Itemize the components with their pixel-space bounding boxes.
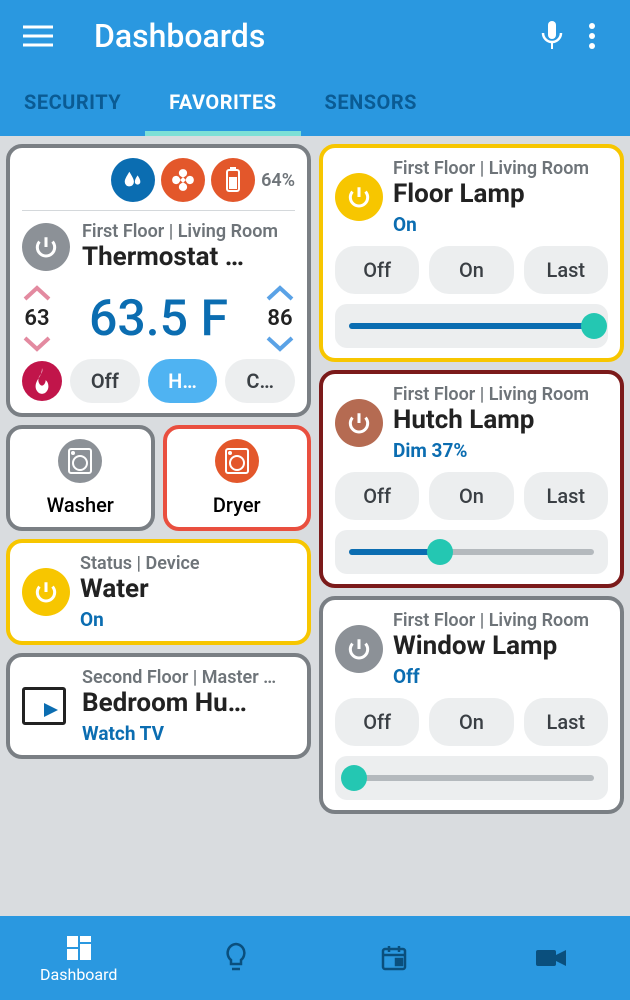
menu-icon[interactable] <box>18 16 58 56</box>
high-up-chevron-icon[interactable] <box>265 284 295 302</box>
nav-camera-icon[interactable] <box>473 916 630 1000</box>
mode-heat-button[interactable]: H… <box>148 359 218 403</box>
water-state: On <box>80 608 295 631</box>
floor-lamp-card[interactable]: First Floor | Living Room Floor Lamp On … <box>319 144 624 362</box>
thermostat-card[interactable]: 64% First Floor | Living Room Thermostat… <box>6 144 311 417</box>
mode-cool-button[interactable]: C… <box>225 359 295 403</box>
dryer-icon <box>215 439 259 483</box>
nav-calendar-icon[interactable] <box>315 916 473 1000</box>
high-down-chevron-icon[interactable] <box>265 335 295 353</box>
floor-lamp-on-button[interactable]: On <box>429 246 513 294</box>
hutch-lamp-last-button[interactable]: Last <box>524 472 608 520</box>
washer-label: Washer <box>47 493 114 517</box>
mode-off-button[interactable]: Off <box>70 359 140 403</box>
hutch-lamp-state: Dim 37% <box>393 439 608 462</box>
fan-icon <box>161 158 205 202</box>
dryer-card[interactable]: Dryer <box>163 425 312 531</box>
water-card[interactable]: Status | Device Water On <box>6 539 311 645</box>
more-icon[interactable] <box>572 16 612 56</box>
low-up-chevron-icon[interactable] <box>22 284 52 302</box>
battery-icon <box>211 158 255 202</box>
thermostat-name: Thermostat … <box>82 242 295 272</box>
thermostat-location: First Floor | Living Room <box>82 221 295 242</box>
window-lamp-on-button[interactable]: On <box>429 698 513 746</box>
window-lamp-name: Window Lamp <box>393 631 608 661</box>
floor-lamp-slider[interactable] <box>335 304 608 348</box>
water-name: Water <box>80 574 295 604</box>
page-title: Dashboards <box>94 17 532 55</box>
nav-lighting-icon[interactable] <box>158 916 316 1000</box>
window-lamp-power-icon[interactable] <box>335 625 383 673</box>
dashboard-grid: 64% First Floor | Living Room Thermostat… <box>0 136 630 916</box>
tv-icon <box>22 687 66 725</box>
window-lamp-slider[interactable] <box>335 756 608 800</box>
tab-favorites[interactable]: FAVORITES <box>145 72 300 136</box>
dryer-label: Dryer <box>213 493 261 517</box>
low-setpoint: 63 <box>24 306 49 331</box>
hutch-lamp-off-button[interactable]: Off <box>335 472 419 520</box>
right-column: First Floor | Living Room Floor Lamp On … <box>319 144 624 916</box>
thermostat-status-row: 64% <box>22 158 295 211</box>
nav-dashboard[interactable]: Dashboard <box>0 916 158 1000</box>
app-bar: Dashboards <box>0 0 630 72</box>
floor-lamp-off-button[interactable]: Off <box>335 246 419 294</box>
tab-security[interactable]: SECURITY <box>0 72 145 136</box>
bedroom-name: Bedroom Hu… <box>82 688 295 718</box>
left-column: 64% First Floor | Living Room Thermostat… <box>6 144 311 916</box>
thermostat-power-icon[interactable] <box>22 223 70 271</box>
high-setpoint: 86 <box>267 306 292 331</box>
window-lamp-state: Off <box>393 665 608 688</box>
window-lamp-card[interactable]: First Floor | Living Room Window Lamp Of… <box>319 596 624 814</box>
hutch-lamp-location: First Floor | Living Room <box>393 384 608 405</box>
window-lamp-last-button[interactable]: Last <box>524 698 608 746</box>
flame-icon <box>22 361 62 401</box>
bottom-nav: Dashboard <box>0 916 630 1000</box>
nav-dashboard-label: Dashboard <box>40 965 117 984</box>
window-lamp-off-button[interactable]: Off <box>335 698 419 746</box>
tab-sensors[interactable]: SENSORS <box>301 72 441 136</box>
water-power-icon[interactable] <box>22 568 70 616</box>
battery-pct: 64% <box>261 170 295 191</box>
bedroom-card[interactable]: Second Floor | Master … Bedroom Hu… Watc… <box>6 653 311 759</box>
water-location: Status | Device <box>80 553 295 574</box>
washer-icon <box>58 439 102 483</box>
tab-bar: SECURITY FAVORITES SENSORS <box>0 72 630 136</box>
hutch-lamp-power-icon[interactable] <box>335 399 383 447</box>
hutch-lamp-name: Hutch Lamp <box>393 405 608 435</box>
window-lamp-location: First Floor | Living Room <box>393 610 608 631</box>
hutch-lamp-on-button[interactable]: On <box>429 472 513 520</box>
bedroom-state: Watch TV <box>82 722 295 745</box>
low-down-chevron-icon[interactable] <box>22 335 52 353</box>
appliance-row: Washer Dryer <box>6 425 311 531</box>
hutch-lamp-slider[interactable] <box>335 530 608 574</box>
floor-lamp-state: On <box>393 213 608 236</box>
hutch-lamp-card[interactable]: First Floor | Living Room Hutch Lamp Dim… <box>319 370 624 588</box>
bedroom-location: Second Floor | Master … <box>82 667 295 688</box>
floor-lamp-location: First Floor | Living Room <box>393 158 608 179</box>
washer-card[interactable]: Washer <box>6 425 155 531</box>
voice-icon[interactable] <box>532 16 572 56</box>
current-temp: 63.5 F <box>89 290 228 348</box>
floor-lamp-power-icon[interactable] <box>335 173 383 221</box>
floor-lamp-last-button[interactable]: Last <box>524 246 608 294</box>
humidity-icon <box>111 158 155 202</box>
floor-lamp-name: Floor Lamp <box>393 179 608 209</box>
